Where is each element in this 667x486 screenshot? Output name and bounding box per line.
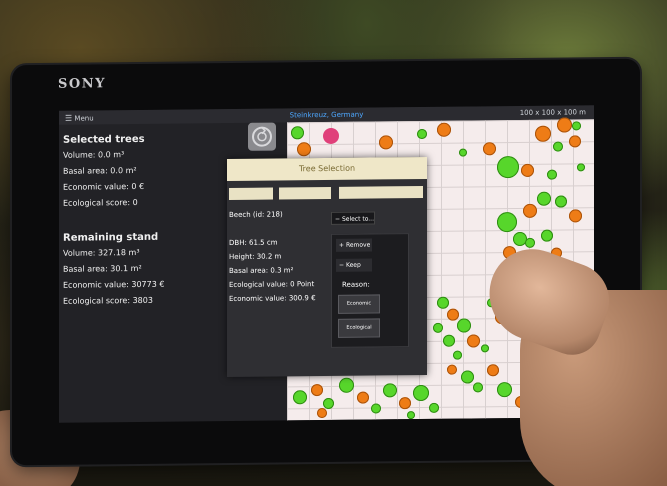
tree-marker[interactable] xyxy=(447,308,459,321)
tree-marker[interactable] xyxy=(483,142,496,156)
tree-basal-area: Basal area: 0.3 m² xyxy=(229,266,294,276)
plot-dimensions: 100 x 100 x 100 m xyxy=(519,108,586,117)
remaining-stand-heading: Remaining stand xyxy=(63,231,159,244)
tree-marker[interactable] xyxy=(371,403,381,414)
tree-marker[interactable] xyxy=(525,237,535,248)
tree-marker[interactable] xyxy=(291,126,304,140)
photo-scene: SONY ☰ Menu Steinkreuz, Germany 100 x 10… xyxy=(0,0,667,486)
remove-label: Remove xyxy=(345,241,371,249)
tree-marker[interactable] xyxy=(569,135,581,148)
tree-marker[interactable] xyxy=(379,135,393,150)
reason-label: Reason: xyxy=(342,280,370,289)
selected-economic-value: Economic value: 0 € xyxy=(63,181,145,192)
tree-marker[interactable] xyxy=(555,195,567,208)
remaining-volume: Volume: 327.18 m³ xyxy=(63,247,140,258)
selected-volume: Volume: 0.0 m³ xyxy=(63,150,125,160)
dialog-button-3[interactable] xyxy=(339,185,423,199)
tree-marker[interactable] xyxy=(293,390,307,405)
stats-panel: Selected trees Volume: 0.0 m³ Basal area… xyxy=(59,125,249,423)
tree-marker[interactable] xyxy=(523,203,537,218)
ecological-reason-button[interactable]: Ecological xyxy=(338,318,380,338)
tree-marker[interactable] xyxy=(413,384,429,402)
home-icon[interactable]: ⌂ xyxy=(337,422,344,423)
tree-marker[interactable] xyxy=(541,229,553,242)
tree-marker[interactable] xyxy=(443,334,455,347)
tree-marker-selected[interactable] xyxy=(323,127,339,145)
tree-marker[interactable] xyxy=(457,318,471,333)
action-panel: + Remove − Keep Reason: Economic Ecologi… xyxy=(331,233,409,348)
tree-marker[interactable] xyxy=(437,122,451,137)
tree-marker[interactable] xyxy=(521,163,534,177)
tree-marker[interactable] xyxy=(497,155,519,179)
tree-marker[interactable] xyxy=(311,384,323,397)
tree-marker[interactable] xyxy=(433,322,443,333)
tree-marker[interactable] xyxy=(317,407,327,419)
dialog-title: Tree Selection xyxy=(227,156,427,182)
tree-marker[interactable] xyxy=(577,163,585,172)
keep-label: Keep xyxy=(345,261,361,269)
tree-dbh: DBH: 61.5 cm xyxy=(229,238,278,248)
tree-marker[interactable] xyxy=(537,191,551,206)
tree-species: Beech (id: 218) xyxy=(229,210,283,220)
tree-marker[interactable] xyxy=(547,169,557,180)
remove-button[interactable]: + Remove xyxy=(336,238,372,252)
remaining-economic-value: Economic value: 30773 € xyxy=(63,279,165,290)
recents-icon[interactable]: ▭ xyxy=(387,421,397,423)
tree-marker[interactable] xyxy=(323,397,334,410)
reset-button[interactable] xyxy=(248,122,276,151)
remaining-basal-area: Basal area: 30.1 m² xyxy=(63,263,142,274)
collapse-icon: − xyxy=(335,215,342,223)
tree-marker[interactable] xyxy=(429,402,439,413)
tree-marker[interactable] xyxy=(497,211,517,233)
tree-ecological-value: Ecological value: 0 Point xyxy=(229,280,315,290)
remaining-ecological-score: Ecological score: 3803 xyxy=(63,295,153,306)
tree-marker[interactable] xyxy=(383,383,397,398)
select-to-dropdown[interactable]: − Select to... xyxy=(331,211,375,225)
tree-marker[interactable] xyxy=(572,121,581,131)
tree-marker[interactable] xyxy=(467,334,480,348)
tree-marker[interactable] xyxy=(481,344,489,353)
plus-icon: + xyxy=(339,241,346,249)
tree-marker[interactable] xyxy=(557,117,572,133)
device-brand: SONY xyxy=(58,76,106,92)
tree-marker[interactable] xyxy=(399,397,411,410)
tree-marker[interactable] xyxy=(297,142,311,157)
dialog-button-2[interactable] xyxy=(279,186,331,200)
tree-marker[interactable] xyxy=(447,364,457,375)
tree-selection-dialog: Tree Selection Beech (id: 218) DBH: 61.5… xyxy=(227,156,427,378)
tree-marker[interactable] xyxy=(487,364,499,377)
tree-marker[interactable] xyxy=(459,148,467,157)
tree-marker[interactable] xyxy=(357,391,369,404)
selected-basal-area: Basal area: 0.0 m² xyxy=(63,165,137,176)
recycle-icon xyxy=(252,126,272,147)
tree-marker[interactable] xyxy=(407,411,415,420)
minus-icon: − xyxy=(339,261,346,269)
tree-economic-value: Economic value: 300.9 € xyxy=(229,294,316,304)
selected-ecological-score: Ecological score: 0 xyxy=(63,197,138,208)
tree-marker[interactable] xyxy=(473,382,483,393)
tree-height: Height: 30.2 m xyxy=(229,252,282,262)
tree-marker[interactable] xyxy=(453,350,462,360)
tree-marker[interactable] xyxy=(535,125,551,142)
keep-button[interactable]: − Keep xyxy=(336,258,372,272)
economic-reason-button[interactable]: Economic xyxy=(338,294,380,314)
tree-marker[interactable] xyxy=(497,382,512,398)
tree-marker[interactable] xyxy=(339,377,354,393)
tree-marker[interactable] xyxy=(553,141,563,152)
select-label: Select to... xyxy=(341,215,374,223)
tree-marker[interactable] xyxy=(417,128,427,140)
tree-marker[interactable] xyxy=(461,370,474,384)
tree-marker[interactable] xyxy=(569,209,582,223)
dialog-button-1[interactable] xyxy=(229,187,273,201)
selected-trees-heading: Selected trees xyxy=(63,133,145,146)
tree-marker[interactable] xyxy=(437,296,449,309)
